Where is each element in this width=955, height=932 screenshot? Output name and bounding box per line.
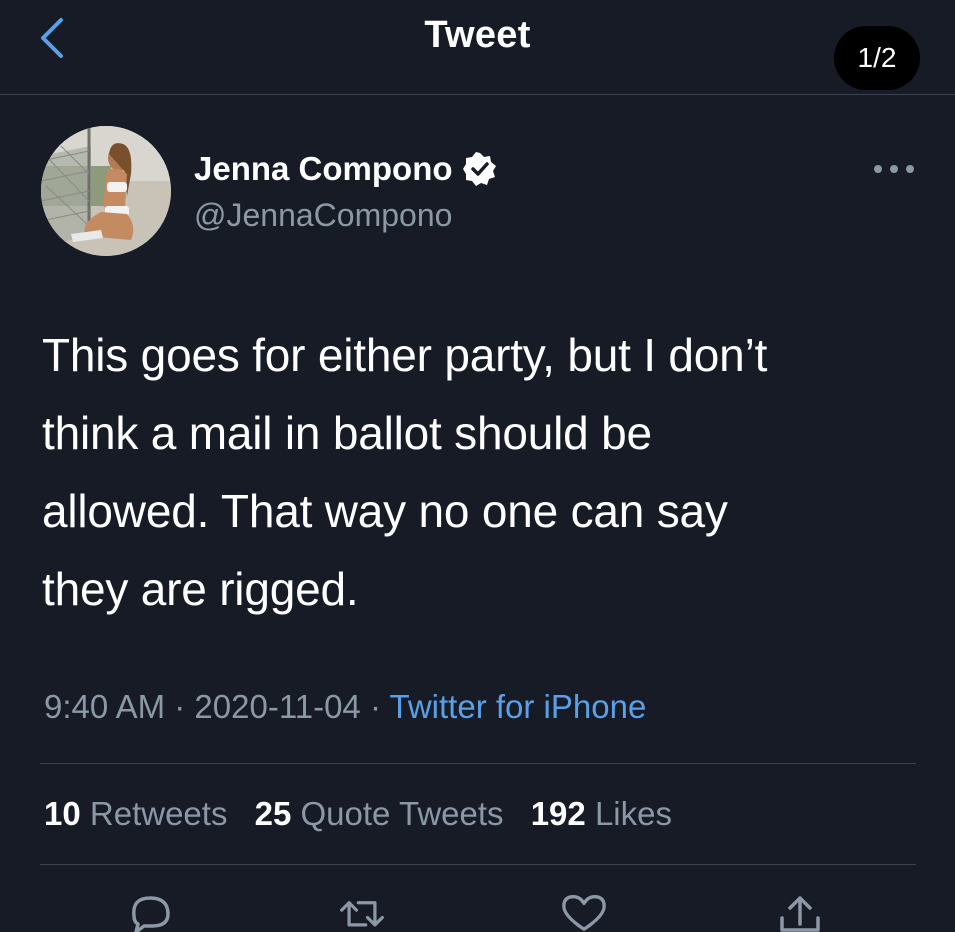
divider <box>40 763 916 764</box>
tweet-detail-screen: Tweet 1/2 Jenna Compono @JennaCompono Th… <box>0 0 955 932</box>
likes-label: Likes <box>594 795 672 832</box>
more-horizontal-icon <box>874 165 914 173</box>
retweets-stat[interactable]: 10 Retweets <box>44 795 227 832</box>
divider <box>40 864 916 865</box>
likes-count: 192 <box>530 795 586 832</box>
author-display-name[interactable]: Jenna Compono <box>194 150 453 188</box>
tweet-metadata: 9:40 AM · 2020-11-04 · Twitter for iPhon… <box>44 688 646 726</box>
tweet-body-text: This goes for either party, but I don’t … <box>42 329 768 615</box>
more-options-button[interactable] <box>868 154 920 184</box>
likes-stat[interactable]: 192 Likes <box>531 795 672 832</box>
author-handle[interactable]: @JennaCompono <box>194 197 452 234</box>
like-icon <box>562 894 606 931</box>
page-indicator-badge: 1/2 <box>834 26 920 90</box>
tweet-source-link[interactable]: Twitter for iPhone <box>390 688 647 725</box>
profile-photo <box>41 126 171 256</box>
reply-icon <box>132 896 170 932</box>
tweet-date: 2020-11-04 <box>194 688 361 725</box>
meta-separator: · <box>174 688 195 725</box>
retweet-icon <box>340 901 384 927</box>
top-navigation-bar: Tweet 1/2 <box>0 0 955 95</box>
share-button[interactable] <box>776 892 824 932</box>
page-title: Tweet <box>424 14 531 56</box>
engagement-stats: 10 Retweets 25 Quote Tweets 192 Likes <box>44 795 690 833</box>
reply-button[interactable] <box>126 892 174 932</box>
verified-badge-icon <box>462 152 497 186</box>
like-button[interactable] <box>560 892 608 932</box>
quote-tweets-count: 25 <box>254 795 292 832</box>
quote-tweets-stat[interactable]: 25 Quote Tweets <box>255 795 504 832</box>
meta-separator: · <box>369 688 390 725</box>
tweet-time: 9:40 AM <box>44 688 166 725</box>
author-name-row[interactable]: Jenna Compono <box>194 150 497 188</box>
quote-tweets-label: Quote Tweets <box>300 795 504 832</box>
share-icon <box>780 896 820 932</box>
retweets-count: 10 <box>44 795 81 832</box>
avatar[interactable] <box>41 126 171 256</box>
retweet-button[interactable] <box>338 892 386 932</box>
retweets-label: Retweets <box>89 795 228 832</box>
